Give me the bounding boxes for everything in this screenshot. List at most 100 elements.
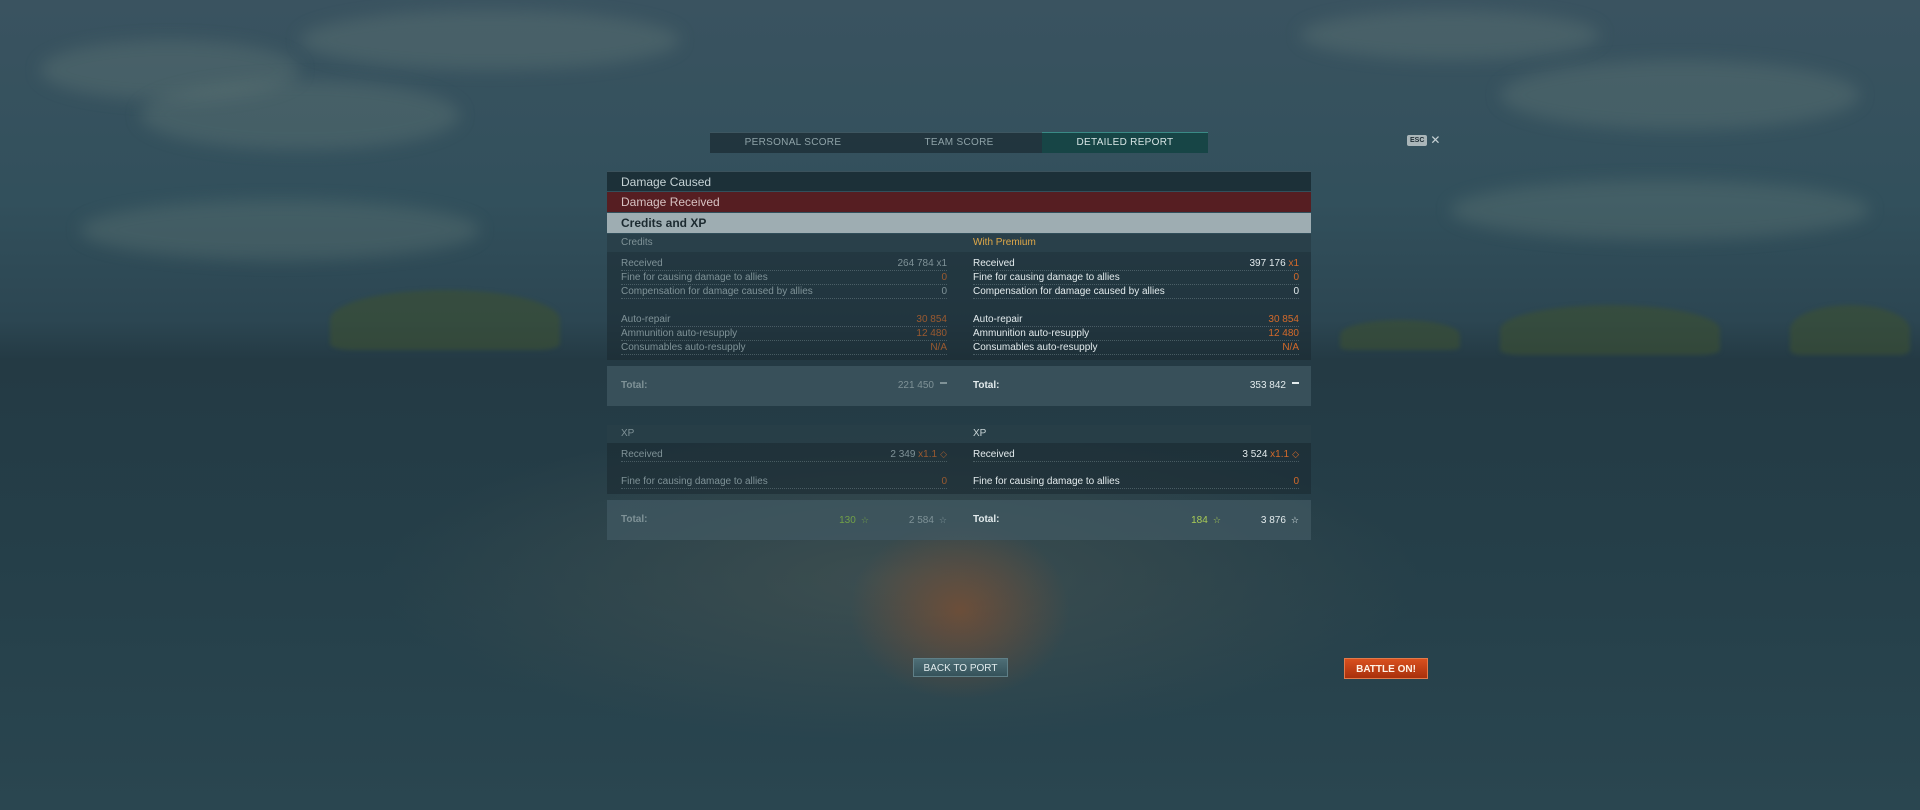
total-label: Total: [973, 380, 1000, 391]
section-damage-caused[interactable]: Damage Caused [607, 171, 1311, 191]
row-value: 264 784 x1 [897, 258, 948, 269]
xp-total-row: Total: 184 ☆ 3 876 ☆ [959, 500, 1311, 540]
cloud [80, 200, 480, 260]
xp-received-row: Received 3 524 x1.1 ◇ [973, 448, 1299, 462]
row-value: 12 480 [916, 328, 947, 339]
premium-header: With Premium [959, 234, 1311, 252]
row-label: Fine for causing damage to allies [973, 272, 1120, 283]
row-label: Ammunition auto-resupply [973, 328, 1090, 339]
xp-spacer-row [973, 462, 1299, 475]
row-label: Compensation for damage caused by allies [973, 286, 1165, 297]
cloud [1500, 60, 1860, 130]
total-value: 353 842 [1250, 366, 1299, 406]
row-value: 0 [941, 272, 947, 283]
credits-icon [940, 381, 947, 389]
close-control[interactable]: ESC ✕ [1407, 134, 1440, 146]
credits-rows: Received 264 784 x1 Fine for causing dam… [607, 252, 959, 360]
xp-premium-panel: XP Received 3 524 x1.1 ◇ Fine for causing… [959, 425, 1311, 540]
credits-consumables-row: Consumables auto-resupply N/A [621, 341, 947, 355]
xp-value: 2 584 ☆ [908, 515, 947, 526]
xp-star-icon: ☆ [1290, 515, 1299, 525]
row-label: Ammunition auto-resupply [621, 328, 738, 339]
credits-autorepair-row: Auto-repair 30 854 [973, 313, 1299, 327]
island [1340, 320, 1460, 350]
row-value: 2 349 x1.1 ◇ [890, 449, 947, 460]
credits-premium-column: With Premium Received 397 176 x1 Fine fo… [959, 234, 1311, 406]
row-label: Fine for causing damage to allies [621, 476, 768, 487]
row-value: 0 [1293, 272, 1299, 283]
cloud [140, 80, 460, 150]
xp-fine-row: Fine for causing damage to allies 0 [973, 475, 1299, 489]
free-xp-value: 130 ☆ [839, 515, 869, 526]
close-icon[interactable]: ✕ [1430, 134, 1440, 146]
row-value: N/A [1282, 342, 1299, 353]
section-credits-xp[interactable]: Credits and XP [607, 213, 1311, 233]
credits-total-row: Total: 221 450 [607, 366, 959, 406]
xp-star-icon: ☆ [938, 515, 947, 525]
xp-received-row: Received 2 349 x1.1 ◇ [621, 448, 947, 462]
xp-fine-row: Fine for causing damage to allies 0 [621, 475, 947, 489]
xp-total-row: Total: 130 ☆ 2 584 ☆ [607, 500, 959, 540]
credits-icon [1292, 381, 1299, 389]
row-value: 0 [1293, 286, 1299, 297]
tab-personal-score[interactable]: PERSONAL SCORE [710, 132, 876, 153]
total-value: 221 450 [898, 366, 947, 406]
row-label: Consumables auto-resupply [621, 342, 746, 353]
credits-compensation-row: Compensation for damage caused by allies… [621, 285, 947, 299]
rank-icon: ◇ [940, 449, 947, 459]
row-label: Auto-repair [973, 314, 1023, 325]
battle-on-button[interactable]: BATTLE ON! [1344, 658, 1428, 679]
tab-team-score[interactable]: TEAM SCORE [876, 132, 1042, 153]
credits-fine-row: Fine for causing damage to allies 0 [973, 271, 1299, 285]
credits-autorepair-row: Auto-repair 30 854 [621, 313, 947, 327]
credits-ammo-row: Ammunition auto-resupply 12 480 [621, 327, 947, 341]
xp-header: XP [959, 425, 1311, 443]
row-label: Auto-repair [621, 314, 671, 325]
xp-total-values: 130 ☆ 2 584 ☆ [839, 500, 947, 540]
esc-key-icon: ESC [1407, 134, 1428, 146]
xp-total-values: 184 ☆ 3 876 ☆ [1191, 500, 1299, 540]
credits-consumables-row: Consumables auto-resupply N/A [973, 341, 1299, 355]
credits-compensation-row: Compensation for damage caused by allies… [973, 285, 1299, 299]
row-value: 30 854 [916, 314, 947, 325]
xp-rows: Received 2 349 x1.1 ◇ Fine for causing da… [607, 443, 959, 494]
row-value: 0 [941, 286, 947, 297]
credits-total-row: Total: 353 842 [959, 366, 1311, 406]
row-value: 3 524 x1.1 ◇ [1242, 449, 1299, 460]
free-xp-star-icon: ☆ [860, 515, 869, 525]
credits-rows: Received 397 176 x1 Fine for causing dam… [959, 252, 1311, 360]
island [1790, 305, 1910, 355]
credits-received-row: Received 397 176 x1 [973, 257, 1299, 271]
rank-icon: ◇ [1292, 449, 1299, 459]
credits-fine-row: Fine for causing damage to allies 0 [621, 271, 947, 285]
xp-spacer-row [621, 462, 947, 475]
back-to-port-button[interactable]: BACK TO PORT [913, 658, 1008, 677]
total-label: Total: [621, 380, 648, 391]
row-label: Received [973, 258, 1015, 269]
row-value: 30 854 [1268, 314, 1299, 325]
cloud [1450, 180, 1870, 240]
row-label: Received [973, 449, 1015, 460]
total-label: Total: [621, 514, 648, 525]
cloud [300, 10, 680, 70]
total-label: Total: [973, 514, 1000, 525]
row-label: Fine for causing damage to allies [621, 272, 768, 283]
xp-rows: Received 3 524 x1.1 ◇ Fine for causing da… [959, 443, 1311, 494]
row-label: Consumables auto-resupply [973, 342, 1098, 353]
section-damage-received[interactable]: Damage Received [607, 192, 1311, 212]
row-value: N/A [930, 342, 947, 353]
cloud [1300, 10, 1600, 60]
island [1500, 305, 1720, 355]
xp-header: XP [607, 425, 959, 443]
tab-detailed-report[interactable]: DETAILED REPORT [1042, 132, 1208, 153]
credits-ammo-row: Ammunition auto-resupply 12 480 [973, 327, 1299, 341]
row-value: 12 480 [1268, 328, 1299, 339]
free-xp-star-icon: ☆ [1212, 515, 1221, 525]
row-label: Received [621, 258, 663, 269]
credits-received-row: Received 264 784 x1 [621, 257, 947, 271]
credits-base-column: Credits Received 264 784 x1 Fine for cau… [607, 234, 959, 406]
row-value: 0 [1293, 476, 1299, 487]
island [330, 290, 560, 350]
row-label: Compensation for damage caused by allies [621, 286, 813, 297]
row-value: 0 [941, 476, 947, 487]
